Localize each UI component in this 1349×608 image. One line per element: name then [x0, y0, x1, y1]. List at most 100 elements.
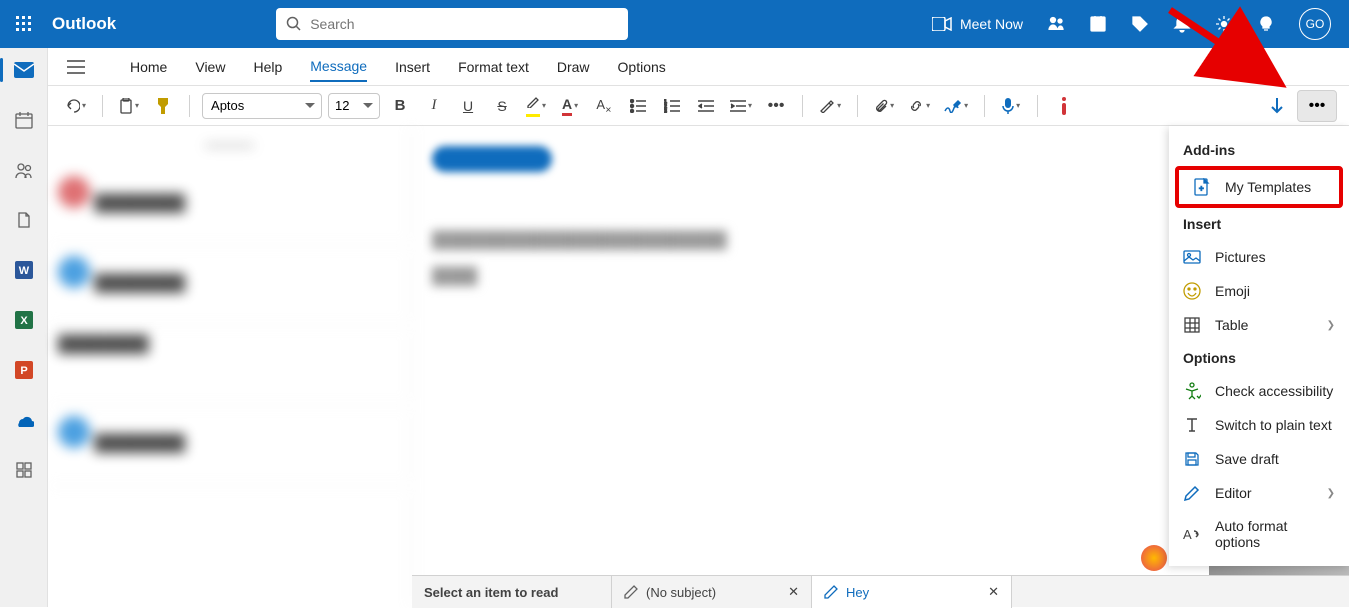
strikethrough-button[interactable]: S [488, 92, 516, 120]
numbering-button[interactable]: 123 [658, 92, 686, 120]
tab-no-subject[interactable]: (No subject) ✕ [612, 576, 812, 608]
bell-icon[interactable] [1163, 0, 1201, 48]
menu-switch-plain-text[interactable]: Switch to plain text [1169, 408, 1349, 442]
list-item[interactable]: ████████ [48, 246, 411, 326]
list-item[interactable]: ████████ [48, 406, 411, 486]
menu-pictures[interactable]: Pictures [1169, 240, 1349, 274]
tab-draw[interactable]: Draw [557, 53, 590, 81]
more-options-button[interactable]: ••• [1297, 90, 1337, 122]
rail-mail-icon[interactable] [4, 54, 44, 86]
app-launcher-icon[interactable] [8, 8, 40, 40]
tag-icon[interactable] [1121, 0, 1159, 48]
menu-label: Emoji [1215, 283, 1250, 299]
meet-now-button[interactable]: Meet Now [922, 0, 1033, 48]
search-input[interactable] [310, 16, 618, 32]
tab-select-item[interactable]: Select an item to read [412, 576, 612, 608]
tab-options[interactable]: Options [618, 53, 666, 81]
signature-button[interactable]: ▾ [940, 92, 972, 120]
copilot-badge-icon[interactable] [1141, 545, 1167, 571]
tab-hey[interactable]: Hey ✕ [812, 576, 1012, 608]
font-color-button[interactable]: A▾ [556, 92, 584, 120]
menu-emoji[interactable]: Emoji [1169, 274, 1349, 308]
teams-icon[interactable] [1037, 0, 1075, 48]
menu-label: Pictures [1215, 249, 1266, 265]
attach-button[interactable]: ▾ [870, 92, 898, 120]
menu-my-templates[interactable]: + My Templates [1179, 170, 1339, 204]
increase-indent-button[interactable]: ▾ [726, 92, 756, 120]
rail-onedrive-icon[interactable] [4, 404, 44, 436]
menu-label: Switch to plain text [1215, 417, 1332, 433]
tab-label: Hey [846, 585, 869, 600]
menu-label: Editor [1215, 485, 1252, 501]
menu-editor[interactable]: Editor ❯ [1169, 476, 1349, 510]
account-avatar[interactable]: GO [1289, 0, 1341, 48]
more-formatting-button[interactable]: ••• [762, 92, 790, 120]
clear-formatting-button[interactable]: A✕ [590, 92, 618, 120]
save-icon [1183, 450, 1201, 468]
styles-button[interactable]: ▾ [815, 92, 845, 120]
menu-label: Check accessibility [1215, 383, 1333, 399]
message-list: ━━━━━ ████████ ████████ ████████ ███████… [48, 126, 412, 607]
menu-auto-format[interactable]: A Auto format options [1169, 510, 1349, 558]
templates-icon: + [1193, 178, 1211, 196]
decrease-indent-button[interactable] [692, 92, 720, 120]
meet-now-label: Meet Now [960, 16, 1023, 32]
rail-people-icon[interactable] [4, 154, 44, 186]
plain-text-icon [1183, 416, 1201, 434]
paste-button[interactable]: ▾ [115, 92, 143, 120]
tab-label: (No subject) [646, 585, 716, 600]
rail-word-icon[interactable]: W [4, 254, 44, 286]
tips-icon[interactable] [1247, 0, 1285, 48]
reading-pane-tabs: Select an item to read (No subject) ✕ He… [412, 575, 1349, 607]
rail-more-apps-icon[interactable] [4, 454, 44, 486]
highlight-button[interactable]: ▾ [522, 92, 550, 120]
hamburger-icon[interactable] [60, 51, 92, 83]
close-icon[interactable]: ✕ [988, 584, 999, 600]
svg-text:X: X [20, 315, 28, 327]
to-recipient-pill[interactable] [432, 146, 552, 172]
italic-button[interactable]: I [420, 92, 448, 120]
menu-save-draft[interactable]: Save draft [1169, 442, 1349, 476]
link-button[interactable]: ▾ [904, 92, 934, 120]
edit-icon [624, 585, 638, 599]
more-options-dropdown: Add-ins + My Templates Insert Pictures E… [1169, 126, 1349, 566]
rail-files-icon[interactable] [4, 204, 44, 236]
bold-button[interactable]: B [386, 92, 414, 120]
rail-powerpoint-icon[interactable]: P [4, 354, 44, 386]
search-box[interactable] [276, 8, 628, 40]
dropdown-section-options: Options [1169, 342, 1349, 374]
format-painter-button[interactable] [149, 92, 177, 120]
menu-table[interactable]: Table ❯ [1169, 308, 1349, 342]
svg-text:+: + [1199, 184, 1204, 193]
accessibility-icon [1183, 382, 1201, 400]
underline-button[interactable]: U [454, 92, 482, 120]
tab-help[interactable]: Help [253, 53, 282, 81]
edit-icon [824, 585, 838, 599]
tab-view[interactable]: View [195, 53, 225, 81]
list-header: ━━━━━ [48, 126, 411, 166]
rail-calendar-icon[interactable] [4, 104, 44, 136]
bullets-button[interactable] [624, 92, 652, 120]
tab-insert[interactable]: Insert [395, 53, 430, 81]
ribbon-collapse-button[interactable] [1263, 92, 1291, 120]
settings-icon[interactable] [1205, 0, 1243, 48]
tab-label: Select an item to read [424, 585, 558, 600]
tab-format-text[interactable]: Format text [458, 53, 529, 81]
menu-label: My Templates [1225, 179, 1311, 195]
notes-icon[interactable] [1079, 0, 1117, 48]
undo-button[interactable]: ▾ [60, 92, 90, 120]
video-icon [932, 17, 952, 31]
menu-check-accessibility[interactable]: Check accessibility [1169, 374, 1349, 408]
font-name-select[interactable]: Aptos [202, 93, 322, 119]
tab-message[interactable]: Message [310, 52, 367, 82]
dropdown-section-addins: Add-ins [1169, 134, 1349, 166]
font-size-select[interactable]: 12 [328, 93, 380, 119]
list-item[interactable]: ████████ [48, 326, 411, 406]
rail-excel-icon[interactable]: X [4, 304, 44, 336]
dictate-button[interactable]: ▾ [997, 92, 1025, 120]
sensitivity-button[interactable] [1050, 92, 1078, 120]
close-icon[interactable]: ✕ [788, 584, 799, 600]
tab-home[interactable]: Home [130, 53, 167, 81]
list-item[interactable]: ████████ [48, 166, 411, 246]
menu-label: Save draft [1215, 451, 1279, 467]
